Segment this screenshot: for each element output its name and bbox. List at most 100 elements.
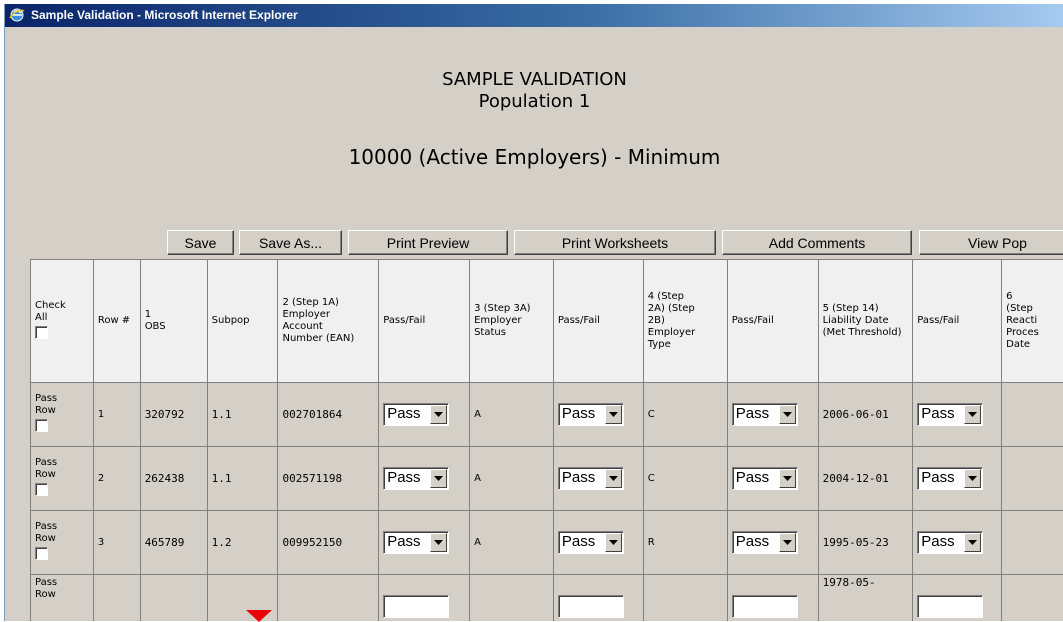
select-value: Pass [387,469,420,486]
dropdown-arrow-icon[interactable] [964,469,981,488]
employer-status-value: A [470,383,554,447]
pass-fail-select[interactable]: Pass [383,531,449,554]
pass-fail-cell [727,575,818,622]
pass-fail-select[interactable]: Pass [732,467,798,490]
employer-status-value [470,575,554,622]
liability-date-value: 2006-06-01 [818,383,913,447]
ean-value: 002571198 [278,447,379,511]
reactivation-date-value [1002,383,1063,447]
ean-value: 002701864 [278,383,379,447]
dropdown-arrow-icon[interactable] [779,405,796,424]
page-title: SAMPLE VALIDATION [5,69,1063,90]
pass-fail-select[interactable]: Pass [732,531,798,554]
reactivation-date-header: 6 (Step Reacti Proces Date [1002,260,1063,383]
table-row: Pass Row 2 262438 1.1 002571198 Pass A P… [31,447,1063,511]
select-value: Pass [562,405,595,422]
employer-type-header: 4 (Step 2A) (Step 2B) Employer Type [643,260,727,383]
obs-value: 262438 [140,447,207,511]
pass-fail-select[interactable] [558,595,624,618]
obs-value [140,575,207,622]
dropdown-arrow-icon[interactable] [430,405,447,424]
window-title: Sample Validation - Microsoft Internet E… [31,4,298,27]
table-row: Pass Row 1978-05- [31,575,1063,622]
dropdown-arrow-icon[interactable] [605,469,622,488]
pass-fail-select[interactable] [732,595,798,618]
pass-fail-select[interactable]: Pass [383,467,449,490]
pass-fail-cell: Pass [913,447,1002,511]
pass-row-checkbox[interactable] [35,419,48,432]
pass-fail-cell: Pass [913,383,1002,447]
add-comments-button[interactable]: Add Comments [722,230,912,255]
ean-header: 2 (Step 1A) Employer Account Number (EAN… [278,260,379,383]
pass-fail-cell: Pass [727,447,818,511]
pass-row-label: Pass Row [35,521,65,545]
employer-status-header: 3 (Step 3A) Employer Status [470,260,554,383]
dropdown-arrow-icon[interactable] [605,533,622,552]
header-row: Check All Row # 1 OBS Subpop 2 (Step 1A)… [31,260,1063,383]
select-value: Pass [921,405,954,422]
pass-fail-select[interactable]: Pass [558,467,624,490]
reactivation-date-value [1002,511,1063,575]
pass-row-label: Pass Row [35,393,65,417]
pass-fail-header-3: Pass/Fail [727,260,818,383]
dropdown-arrow-icon[interactable] [964,533,981,552]
pass-fail-select[interactable] [917,595,983,618]
subpop-header: Subpop [207,260,278,383]
select-value: Pass [736,405,769,422]
pass-fail-select[interactable]: Pass [383,403,449,426]
pass-fail-select[interactable] [383,595,449,618]
pass-fail-select[interactable]: Pass [917,403,983,426]
select-value: Pass [562,469,595,486]
pass-fail-cell: Pass [727,511,818,575]
row-number: 1 [93,383,140,447]
select-value: Pass [562,533,595,550]
view-population-button[interactable]: View Pop [919,230,1063,255]
obs-value: 320792 [140,383,207,447]
subpop-value: 1.2 [207,511,278,575]
dropdown-arrow-icon[interactable] [430,469,447,488]
title-bar: Sample Validation - Microsoft Internet E… [5,4,1063,27]
subpop-value: 1.1 [207,447,278,511]
print-worksheets-button[interactable]: Print Worksheets [514,230,716,255]
pass-fail-header-4: Pass/Fail [913,260,1002,383]
employer-type-value: C [643,383,727,447]
liability-date-value: 2004-12-01 [818,447,913,511]
ean-value [278,575,379,622]
pass-fail-select[interactable]: Pass [732,403,798,426]
check-all-checkbox[interactable] [35,326,48,339]
pass-row-checkbox[interactable] [35,483,48,496]
pass-row-cell: Pass Row [31,383,94,447]
pass-fail-select[interactable]: Pass [917,531,983,554]
employer-type-value: C [643,447,727,511]
print-preview-button[interactable]: Print Preview [348,230,508,255]
liability-date-value: 1995-05-23 [818,511,913,575]
save-as-button[interactable]: Save As... [239,230,342,255]
liability-date-value: 1978-05- [818,575,913,622]
dropdown-arrow-icon[interactable] [964,405,981,424]
browser-window: Sample Validation - Microsoft Internet E… [4,4,1063,621]
internet-explorer-icon [9,7,25,23]
pass-fail-select[interactable]: Pass [558,531,624,554]
pass-fail-cell [379,575,470,622]
pass-row-checkbox[interactable] [35,547,48,560]
pass-fail-cell: Pass [379,447,470,511]
dropdown-arrow-icon[interactable] [430,533,447,552]
employer-status-value: A [470,511,554,575]
pass-fail-cell: Pass [379,383,470,447]
row-number: 3 [93,511,140,575]
pass-fail-select[interactable]: Pass [558,403,624,426]
save-button[interactable]: Save [167,230,234,255]
check-all-label: Check All [35,300,69,324]
pass-fail-cell: Pass [553,511,643,575]
subpop-value: 1.1 [207,383,278,447]
pass-fail-cell: Pass [553,447,643,511]
dropdown-arrow-icon[interactable] [779,533,796,552]
liability-date-header: 5 (Step 14) Liability Date (Met Threshol… [818,260,913,383]
dropdown-arrow-icon[interactable] [779,469,796,488]
select-value: Pass [387,533,420,550]
pass-fail-cell: Pass [379,511,470,575]
reactivation-date-value [1002,447,1063,511]
dropdown-arrow-icon[interactable] [605,405,622,424]
pass-fail-select[interactable]: Pass [917,467,983,490]
obs-value: 465789 [140,511,207,575]
